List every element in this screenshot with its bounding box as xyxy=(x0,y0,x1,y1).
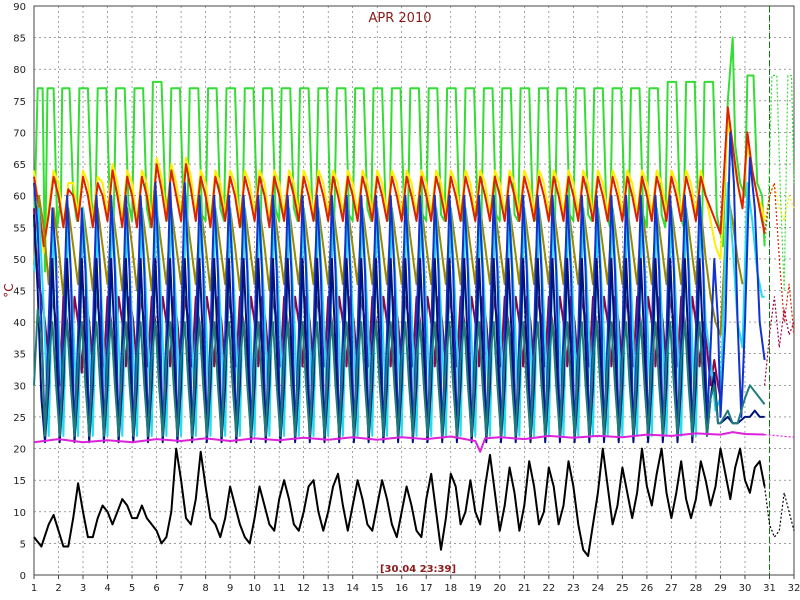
x-tick-label: 4 xyxy=(104,583,110,594)
y-tick-label: 65 xyxy=(13,160,26,171)
timestamp-label: [30.04 23:39] xyxy=(380,564,456,575)
x-tick-label: 2 xyxy=(55,583,61,594)
x-tick-label: 23 xyxy=(567,583,580,594)
x-tick-label: 17 xyxy=(420,583,433,594)
x-tick-label: 11 xyxy=(273,583,286,594)
x-tick-label: 5 xyxy=(129,583,135,594)
y-tick-label: 5 xyxy=(20,539,26,550)
x-tick-label: 12 xyxy=(297,583,310,594)
grid-layer xyxy=(33,5,795,576)
y-tick-label: 60 xyxy=(13,192,26,203)
x-tick-label: 30 xyxy=(739,583,752,594)
y-tick-label: 10 xyxy=(13,508,26,519)
x-tick-label: 27 xyxy=(665,583,678,594)
x-tick-label: 25 xyxy=(616,583,629,594)
x-tick-label: 9 xyxy=(227,583,233,594)
x-tick-label: 29 xyxy=(714,583,727,594)
y-tick-label: 30 xyxy=(13,381,26,392)
series-line-15 xyxy=(764,434,795,438)
y-axis-label: °C xyxy=(2,283,16,297)
x-tick-label: 24 xyxy=(592,583,605,594)
x-tick-label: 10 xyxy=(248,583,261,594)
x-tick-label: 18 xyxy=(444,583,457,594)
y-tick-label: 85 xyxy=(13,34,26,45)
y-tick-label: 90 xyxy=(13,2,26,13)
y-tick-label: 75 xyxy=(13,97,26,108)
chart-title: APR 2010 xyxy=(369,11,432,26)
x-tick-label: 28 xyxy=(690,583,703,594)
x-tick-label: 6 xyxy=(153,583,159,594)
y-tick-label: 20 xyxy=(13,445,26,456)
x-tick-label: 31 xyxy=(763,583,776,594)
chart-container: 1 2 3 4 5 6 7 8 9 10 11 12 13 14 15 16 17 18 19 20 21 22 23 24 2… xyxy=(0,0,800,600)
x-tick-label: 7 xyxy=(178,583,184,594)
x-tick-label: 14 xyxy=(346,583,359,594)
y-tick-label: 35 xyxy=(13,350,26,361)
x-tick-label: 19 xyxy=(469,583,482,594)
y-tick-label: 25 xyxy=(13,413,26,424)
x-tick-label: 13 xyxy=(322,583,335,594)
x-tick-label: 26 xyxy=(641,583,654,594)
x-tick-label: 22 xyxy=(542,583,555,594)
y-tick-label: 80 xyxy=(13,65,26,76)
x-tick-label: 8 xyxy=(202,583,208,594)
x-tick-label: 16 xyxy=(395,583,408,594)
line-chart: 1 2 3 4 5 6 7 8 9 10 11 12 13 14 15 16 17 18 19 20 21 22 23 24 2… xyxy=(2,2,800,594)
x-tick-label: 3 xyxy=(80,583,86,594)
y-tick-label: 0 xyxy=(20,571,26,582)
y-tick-label: 15 xyxy=(13,476,26,487)
x-tick-label: 15 xyxy=(371,583,384,594)
series-line-9 xyxy=(764,296,795,386)
x-tick-label: 20 xyxy=(493,583,506,594)
y-tick-label: 70 xyxy=(13,128,26,139)
series-layer xyxy=(33,36,795,557)
y-tick-label: 40 xyxy=(13,318,26,329)
y-tick-label: 55 xyxy=(13,223,26,234)
series-line-16 xyxy=(33,447,766,557)
x-tick-label: 32 xyxy=(788,583,800,594)
x-tick-label: 1 xyxy=(31,583,37,594)
y-tick-label: 50 xyxy=(13,255,26,266)
x-tick-label: 21 xyxy=(518,583,531,594)
